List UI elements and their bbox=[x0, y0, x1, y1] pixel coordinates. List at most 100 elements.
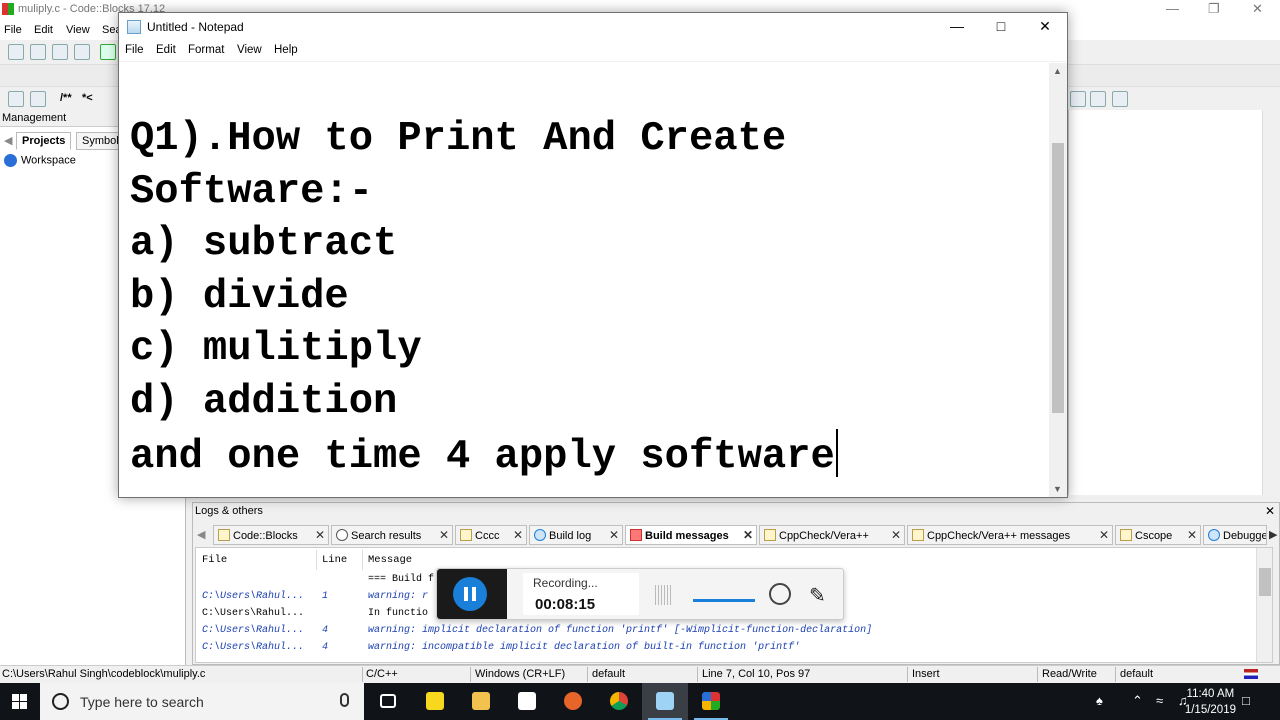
pause-button[interactable] bbox=[453, 577, 487, 611]
run-icon[interactable] bbox=[100, 44, 116, 60]
tab-label: Search results bbox=[351, 530, 422, 542]
tools-icon[interactable] bbox=[1112, 91, 1128, 107]
status-file-path: C:\Users\Rahul Singh\codeblock\muliply.c bbox=[2, 668, 206, 680]
row-message: === Build f bbox=[368, 574, 435, 585]
tab-cppcheck-messages[interactable]: CppCheck/Vera++ messages ✕ bbox=[907, 525, 1113, 545]
tab-cscope[interactable]: Cscope ✕ bbox=[1115, 525, 1201, 545]
scrollbar-thumb[interactable] bbox=[1052, 143, 1064, 413]
table-row[interactable]: C:\Users\Rahul... 4 warning: implicit decl… bbox=[202, 625, 872, 636]
menu-file[interactable]: File bbox=[4, 24, 22, 36]
doxygen-block-button[interactable]: /** bbox=[60, 92, 72, 104]
pen-icon[interactable]: ✎ bbox=[809, 583, 826, 608]
webcam-icon[interactable] bbox=[769, 583, 791, 605]
tab-close-icon[interactable]: ✕ bbox=[743, 528, 753, 542]
status-access: Read/Write bbox=[1042, 668, 1097, 680]
scroll-down-icon[interactable]: ▼ bbox=[1053, 484, 1062, 494]
logs-close-icon[interactable]: ✕ bbox=[1265, 504, 1275, 518]
tabs-scroll-left-icon[interactable]: ◀ bbox=[4, 134, 12, 147]
table-row[interactable]: C:\Users\Rahul... 1 warning: r bbox=[202, 591, 428, 602]
tab-build-log[interactable]: Build log ✕ bbox=[529, 525, 623, 545]
column-header-line[interactable]: Line bbox=[322, 554, 347, 566]
volume-slider[interactable] bbox=[693, 599, 755, 602]
logs-tabs-right-icon[interactable]: ▶ bbox=[1269, 528, 1277, 541]
sticky-notes-icon[interactable] bbox=[412, 683, 458, 720]
tab-close-icon[interactable]: ✕ bbox=[1099, 528, 1109, 542]
tab-debugger[interactable]: Debugge bbox=[1203, 525, 1267, 545]
workspace-tree-item[interactable]: Workspace bbox=[4, 154, 76, 167]
table-row[interactable]: C:\Users\Rahul... 4 warning: incompatible … bbox=[202, 642, 800, 653]
table-row[interactable]: C:\Users\Rahul... In functio bbox=[202, 608, 428, 619]
menu-view[interactable]: View bbox=[237, 44, 262, 56]
logs-vertical-scrollbar[interactable] bbox=[1256, 548, 1272, 662]
tab-build-messages[interactable]: Build messages ✕ bbox=[625, 525, 757, 545]
save-icon[interactable] bbox=[52, 44, 68, 60]
scroll-up-icon[interactable]: ▲ bbox=[1053, 66, 1062, 76]
chevron-up-icon[interactable]: ⌃ bbox=[1132, 693, 1143, 709]
tab-close-icon[interactable]: ✕ bbox=[609, 528, 619, 542]
close-icon[interactable]: ✕ bbox=[1252, 1, 1263, 17]
taskbar-search-box[interactable]: Type here to search bbox=[40, 683, 364, 720]
management-label: Management bbox=[2, 112, 67, 124]
system-clock[interactable]: 11:40 AM 1/15/2019 bbox=[1185, 686, 1236, 718]
notepad-vertical-scrollbar[interactable]: ▲ ▼ bbox=[1049, 63, 1067, 497]
notepad-titlebar[interactable]: Untitled - Notepad — □ ✕ bbox=[119, 13, 1067, 42]
menu-format[interactable]: Format bbox=[188, 44, 224, 56]
tab-close-icon[interactable]: ✕ bbox=[891, 528, 901, 542]
status-divider bbox=[587, 667, 588, 682]
menu-help[interactable]: Help bbox=[274, 44, 298, 56]
chrome-icon[interactable] bbox=[596, 683, 642, 720]
tab-codeblocks-log[interactable]: Code::Blocks ✕ bbox=[213, 525, 329, 545]
save-all-icon[interactable] bbox=[74, 44, 90, 60]
pause-icon bbox=[464, 587, 468, 601]
firefox-icon[interactable] bbox=[550, 683, 596, 720]
tab-search-results[interactable]: Search results ✕ bbox=[331, 525, 453, 545]
scrollbar-thumb[interactable] bbox=[1259, 568, 1271, 596]
start-button[interactable] bbox=[0, 683, 40, 720]
logs-tabs-left-icon[interactable]: ◀ bbox=[197, 528, 205, 541]
microphone-icon[interactable] bbox=[340, 693, 349, 707]
people-icon[interactable]: ♠ bbox=[1096, 693, 1103, 708]
row-line: 4 bbox=[322, 642, 329, 653]
tab-projects[interactable]: Projects bbox=[16, 132, 72, 150]
doxygen-line-button[interactable]: *< bbox=[82, 92, 93, 104]
menu-edit[interactable]: Edit bbox=[156, 44, 176, 56]
tab-close-icon[interactable]: ✕ bbox=[439, 528, 449, 542]
store-icon[interactable] bbox=[504, 683, 550, 720]
restore-icon[interactable]: ❐ bbox=[1208, 1, 1220, 17]
search-icon[interactable] bbox=[1090, 91, 1106, 107]
windows-logo-icon bbox=[12, 694, 19, 701]
file-explorer-icon[interactable] bbox=[458, 683, 504, 720]
minimize-button[interactable]: — bbox=[935, 13, 979, 42]
wifi-icon[interactable]: ≈ bbox=[1156, 693, 1163, 708]
menu-view[interactable]: View bbox=[66, 24, 90, 36]
column-header-file[interactable]: File bbox=[202, 554, 227, 566]
tab-close-icon[interactable]: ✕ bbox=[315, 528, 325, 542]
minimize-icon[interactable]: — bbox=[1166, 1, 1179, 16]
notification-icon[interactable]: □ bbox=[1242, 693, 1250, 708]
text-line: a) subtract bbox=[130, 221, 398, 268]
maximize-button[interactable]: □ bbox=[979, 13, 1023, 42]
codeblocks-icon[interactable] bbox=[688, 683, 734, 720]
close-button[interactable]: ✕ bbox=[1023, 13, 1067, 42]
keyboard-flag-icon bbox=[1244, 669, 1258, 679]
new-file-icon[interactable] bbox=[8, 44, 24, 60]
notepad-text-area[interactable]: Q1).How to Print And Create Software:- a) … bbox=[119, 63, 1049, 497]
editor-vertical-scrollbar[interactable] bbox=[1262, 110, 1280, 495]
windows-logo-icon bbox=[20, 702, 27, 709]
row-message: In functio bbox=[368, 608, 429, 619]
tab-close-icon[interactable]: ✕ bbox=[513, 528, 523, 542]
menu-edit[interactable]: Edit bbox=[34, 24, 53, 36]
tab-close-icon[interactable]: ✕ bbox=[1187, 528, 1197, 542]
dropdown-icon[interactable] bbox=[1070, 91, 1086, 107]
tab-label: CppCheck/Vera++ messages bbox=[927, 530, 1071, 542]
menu-file[interactable]: File bbox=[125, 44, 144, 56]
task-view-icon[interactable] bbox=[366, 683, 412, 720]
tab-cccc[interactable]: Cccc ✕ bbox=[455, 525, 527, 545]
status-eol: Windows (CR+LF) bbox=[475, 668, 566, 680]
tab-cppcheck[interactable]: CppCheck/Vera++ ✕ bbox=[759, 525, 905, 545]
notepad-icon[interactable] bbox=[642, 683, 688, 720]
column-header-message[interactable]: Message bbox=[368, 554, 412, 566]
open-file-icon[interactable] bbox=[30, 44, 46, 60]
comment-toggle-icon[interactable] bbox=[8, 91, 24, 107]
uncomment-icon[interactable] bbox=[30, 91, 46, 107]
